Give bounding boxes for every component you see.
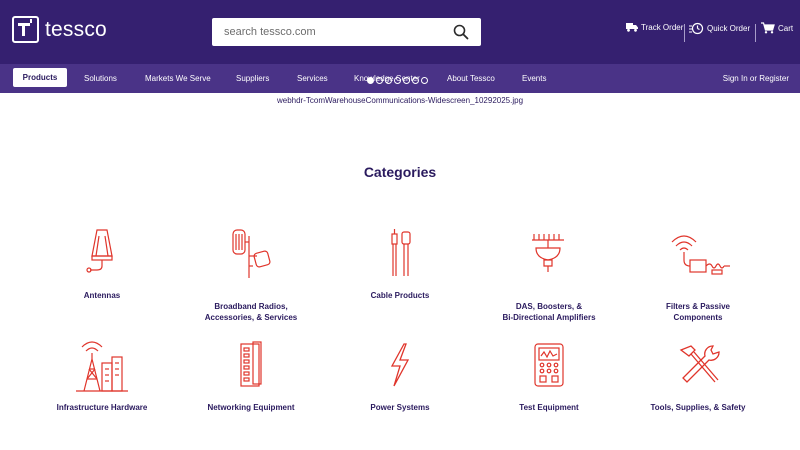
filter-icon bbox=[671, 235, 730, 275]
category-cable-products[interactable]: Cable Products bbox=[325, 226, 475, 306]
header-divider bbox=[755, 24, 756, 42]
nav-item-services[interactable]: Services bbox=[297, 64, 328, 93]
search-box bbox=[212, 18, 481, 46]
category-power-systems[interactable]: Power Systems bbox=[325, 340, 475, 420]
quick-order-label: Quick Order bbox=[707, 24, 751, 33]
category-test-equipment[interactable]: Test Equipment bbox=[474, 340, 624, 420]
category-broadband-radios[interactable]: Broadband Radios, Accessories, & Service… bbox=[176, 226, 326, 322]
nav-item-solutions[interactable]: Solutions bbox=[84, 64, 117, 93]
carousel-dot[interactable] bbox=[376, 77, 383, 84]
search-icon[interactable] bbox=[453, 24, 469, 40]
carousel-dot[interactable] bbox=[394, 77, 401, 84]
carousel-dots bbox=[367, 77, 430, 84]
category-label: Cable Products bbox=[370, 291, 430, 300]
nav-item-events[interactable]: Events bbox=[522, 64, 546, 93]
nav-item-products[interactable]: Products bbox=[13, 68, 67, 87]
categories-heading: Categories bbox=[363, 164, 437, 180]
category-label-text: Broadband Radios, Accessories, & Service… bbox=[204, 302, 298, 322]
carousel-dot[interactable] bbox=[421, 77, 428, 84]
tessco-logo[interactable]: tessco bbox=[12, 16, 107, 43]
network-switch-icon bbox=[240, 341, 262, 387]
nav-item-markets[interactable]: Markets We Serve bbox=[145, 64, 211, 93]
category-antennas[interactable]: Antennas bbox=[27, 226, 177, 306]
carousel-dot[interactable] bbox=[385, 77, 392, 84]
tower-icon bbox=[76, 341, 128, 392]
category-label: Antennas bbox=[83, 291, 121, 300]
category-label-text: Filters & Passive Components bbox=[665, 302, 731, 322]
category-label: Test Equipment bbox=[519, 403, 579, 412]
das-booster-icon bbox=[532, 234, 564, 272]
carousel-dot[interactable] bbox=[367, 77, 374, 84]
category-label: Networking Equipment bbox=[207, 403, 295, 412]
track-order-label: Track Order bbox=[641, 22, 684, 32]
track-order-link[interactable]: Track Order bbox=[626, 22, 683, 32]
category-filters-passive[interactable]: Filters & Passive Components bbox=[623, 226, 773, 322]
carousel-dot[interactable] bbox=[412, 77, 419, 84]
truck-icon bbox=[626, 23, 638, 32]
cart-icon bbox=[761, 22, 775, 34]
search-input[interactable] bbox=[212, 18, 442, 46]
meter-icon bbox=[534, 343, 564, 387]
banner-image-alt[interactable]: webhdr-TcomWarehouseCommunications-Wides… bbox=[0, 96, 800, 105]
header-divider bbox=[684, 24, 685, 42]
cart-label: Cart bbox=[778, 23, 794, 33]
lightning-icon bbox=[390, 343, 410, 387]
carousel-dot[interactable] bbox=[403, 77, 410, 84]
cable-icon bbox=[391, 229, 411, 276]
category-label: Tools, Supplies, & Safety bbox=[650, 403, 746, 412]
category-networking[interactable]: Networking Equipment bbox=[176, 340, 326, 420]
category-label: DAS, Boosters, & Bi-Directional Amplifie… bbox=[474, 290, 624, 323]
category-infrastructure[interactable]: Infrastructure Hardware bbox=[27, 337, 177, 417]
cart-link[interactable]: Cart bbox=[761, 22, 793, 34]
logo-mark-icon bbox=[12, 16, 39, 43]
radio-icon bbox=[232, 229, 271, 278]
category-label: Infrastructure Hardware bbox=[56, 403, 148, 412]
category-label-text: DAS, Boosters, & Bi-Directional Amplifie… bbox=[502, 302, 596, 322]
logo-text: tessco bbox=[45, 17, 107, 41]
tools-icon bbox=[679, 345, 720, 383]
category-label: Filters & Passive Components bbox=[623, 290, 773, 323]
category-label: Broadband Radios, Accessories, & Service… bbox=[176, 290, 326, 323]
quick-order-link[interactable]: Quick Order bbox=[689, 22, 750, 35]
quick-order-icon bbox=[689, 22, 704, 35]
nav-item-suppliers[interactable]: Suppliers bbox=[236, 64, 269, 93]
antenna-icon bbox=[86, 229, 113, 273]
category-label: Power Systems bbox=[370, 403, 430, 412]
category-das-boosters[interactable]: DAS, Boosters, & Bi-Directional Amplifie… bbox=[474, 226, 624, 322]
category-tools-supplies[interactable]: Tools, Supplies, & Safety bbox=[623, 340, 773, 420]
sign-in-link[interactable]: Sign In or Register bbox=[723, 64, 789, 93]
nav-item-about[interactable]: About Tessco bbox=[447, 64, 495, 93]
top-header: tessco Track Order Quick Order bbox=[0, 0, 800, 64]
